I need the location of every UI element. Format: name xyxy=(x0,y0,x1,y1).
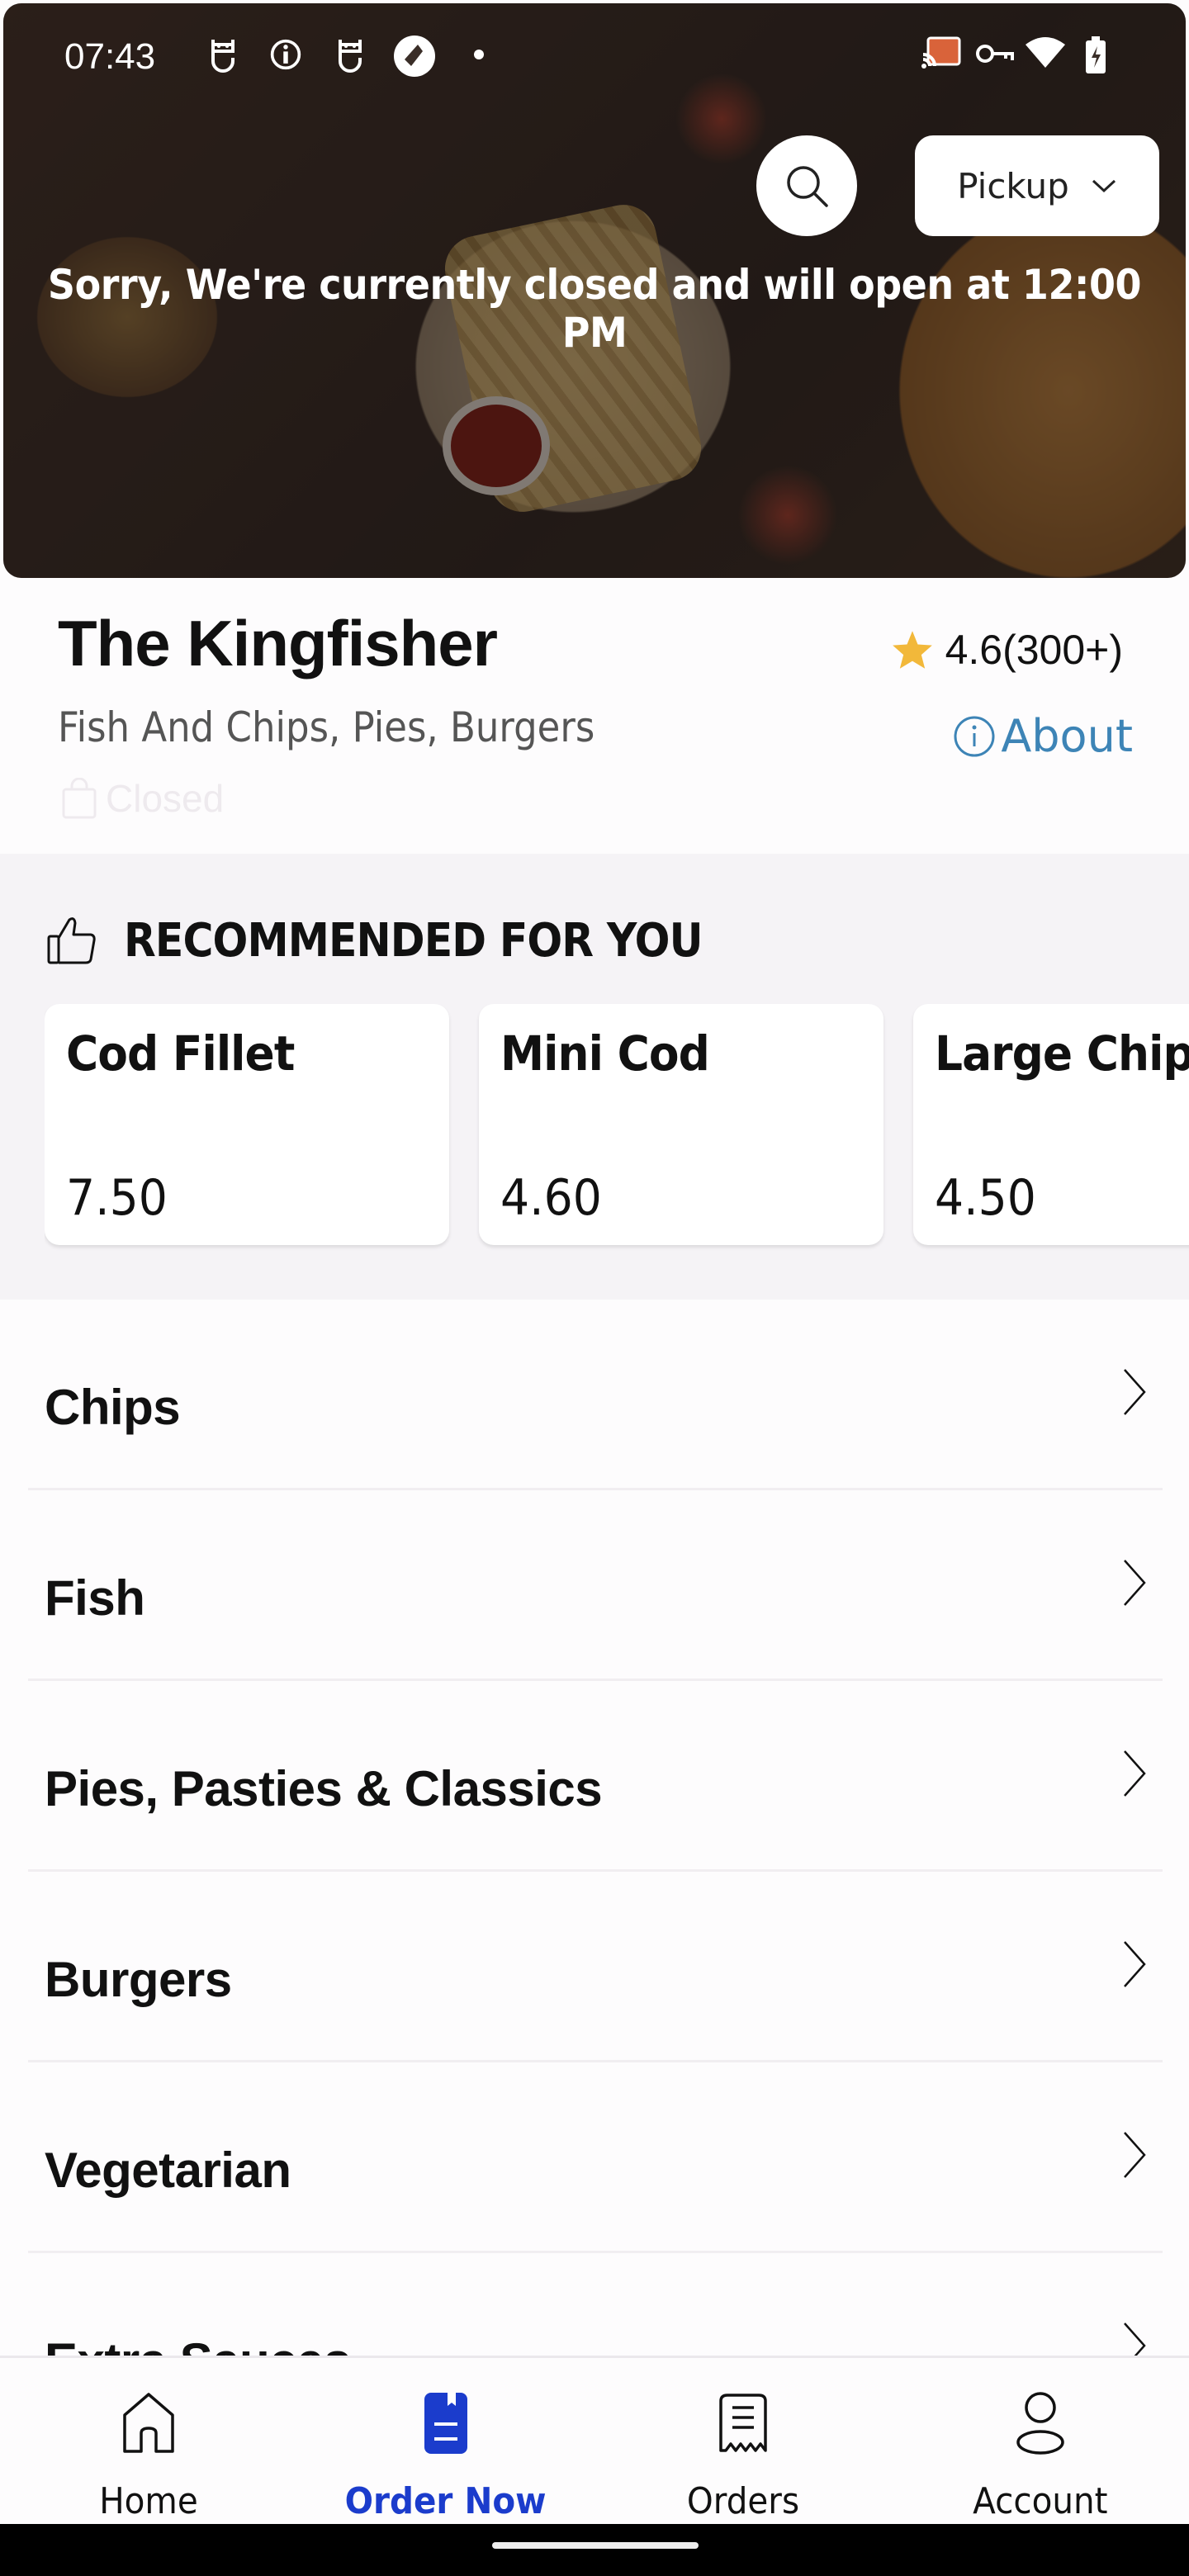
restaurant-name: The Kingfisher xyxy=(58,607,498,680)
order-book-icon xyxy=(424,2393,467,2454)
wifi-icon xyxy=(1024,36,1067,73)
about-label: About xyxy=(1001,710,1133,762)
store-status-label: Closed xyxy=(106,777,225,820)
receipt-icon xyxy=(719,2394,767,2452)
nav-home[interactable]: Home xyxy=(0,2358,297,2524)
info-notification-icon xyxy=(269,38,302,71)
star-icon xyxy=(892,631,932,669)
nav-label: Orders xyxy=(686,2480,800,2522)
item-price: 7.50 xyxy=(66,1169,168,1227)
store-status: Closed xyxy=(61,776,224,821)
recommended-item-card[interactable]: Large Chips 4.50 xyxy=(913,1004,1189,1245)
robot-notification-icon xyxy=(334,38,367,73)
category-label: Pies, Pasties & Classics xyxy=(45,1761,603,1816)
restaurant-info: The Kingfisher 4.6(300+) Fish And Chips,… xyxy=(0,578,1189,854)
bottom-navigation: Home Order Now Orders Account xyxy=(0,2356,1189,2524)
chevron-right-icon xyxy=(1124,1941,1146,1987)
shopping-bag-icon xyxy=(62,778,97,819)
recommended-title: RECOMMENDED FOR YOU xyxy=(124,913,703,968)
cuisine-list: Fish And Chips, Pies, Burgers xyxy=(58,703,595,751)
category-label: Burgers xyxy=(45,1952,232,2007)
item-name: Large Chips xyxy=(935,1025,1189,1082)
vpn-key-icon xyxy=(976,43,1014,79)
chevron-right-icon xyxy=(1124,1560,1146,1606)
order-mode-dropdown[interactable]: Pickup xyxy=(915,135,1159,236)
chevron-down-icon xyxy=(1092,179,1116,193)
battery-charging-icon xyxy=(1085,36,1106,73)
home-gesture-handle[interactable] xyxy=(492,2542,699,2549)
cast-icon xyxy=(921,36,963,73)
robot-notification-icon xyxy=(206,38,239,73)
chevron-right-icon xyxy=(1124,1369,1146,1415)
search-button[interactable] xyxy=(756,135,857,236)
nav-order-now[interactable]: Order Now xyxy=(297,2358,594,2524)
recommended-item-card[interactable]: Cod Fillet 7.50 xyxy=(45,1004,449,1245)
chevron-right-icon xyxy=(1124,2132,1146,2178)
category-row-extra-sauces[interactable]: Extra Sauces xyxy=(28,2253,1163,2356)
status-bar: 07:43 xyxy=(0,0,1189,116)
recommended-header: RECOMMENDED FOR YOU xyxy=(45,913,766,968)
system-gesture-bar xyxy=(0,2524,1189,2576)
recommended-carousel[interactable]: Cod Fillet 7.50 Mini Cod 4.60 Large Chip… xyxy=(45,1004,1189,1252)
item-price: 4.60 xyxy=(500,1169,602,1227)
closed-message: Sorry, We're currently closed and will o… xyxy=(47,261,1142,357)
nav-account[interactable]: Account xyxy=(892,2358,1189,2524)
category-row-burgers[interactable]: Burgers xyxy=(28,1872,1163,2062)
category-row-chips[interactable]: Chips xyxy=(28,1300,1163,1490)
nav-label: Account xyxy=(973,2480,1108,2522)
home-icon xyxy=(123,2393,174,2453)
order-mode-label: Pickup xyxy=(957,165,1069,206)
hero-food-decoration xyxy=(438,198,708,519)
rating-value: 4.6(300+) xyxy=(945,627,1123,673)
chevron-right-icon xyxy=(1124,1750,1146,1797)
nav-label: Home xyxy=(99,2480,198,2522)
category-row-vegetarian[interactable]: Vegetarian xyxy=(28,2062,1163,2253)
category-row-fish[interactable]: Fish xyxy=(28,1490,1163,1681)
info-icon xyxy=(954,716,995,756)
recommended-item-card[interactable]: Mini Cod 4.60 xyxy=(479,1004,883,1245)
hero-sauce-decoration xyxy=(443,396,550,495)
nav-orders[interactable]: Orders xyxy=(594,2358,892,2524)
app-notification-icon xyxy=(393,35,436,78)
search-icon xyxy=(787,166,828,207)
rating: 4.6(300+) xyxy=(891,626,1123,674)
more-dot-icon xyxy=(462,38,495,71)
category-label: Vegetarian xyxy=(45,2143,291,2198)
thumbs-up-icon xyxy=(47,917,96,964)
item-name: Mini Cod xyxy=(500,1025,710,1082)
about-link[interactable]: About xyxy=(953,710,1133,762)
item-name: Cod Fillet xyxy=(66,1025,295,1082)
chevron-right-icon xyxy=(1124,2323,1146,2356)
menu-category-list: Chips Fish Pies, Pasties & Classics Burg… xyxy=(28,1300,1163,2356)
item-price: 4.50 xyxy=(935,1169,1036,1227)
category-label: Chips xyxy=(45,1380,181,1435)
category-row-pies[interactable]: Pies, Pasties & Classics xyxy=(28,1681,1163,1872)
nav-label: Order Now xyxy=(345,2480,547,2522)
person-icon xyxy=(1016,2392,1064,2455)
status-time: 07:43 xyxy=(64,36,156,77)
category-label: Fish xyxy=(45,1570,145,1626)
recommended-section: RECOMMENDED FOR YOU Cod Fillet 7.50 Mini… xyxy=(0,854,1189,1300)
category-label: Extra Sauces xyxy=(45,2332,351,2356)
